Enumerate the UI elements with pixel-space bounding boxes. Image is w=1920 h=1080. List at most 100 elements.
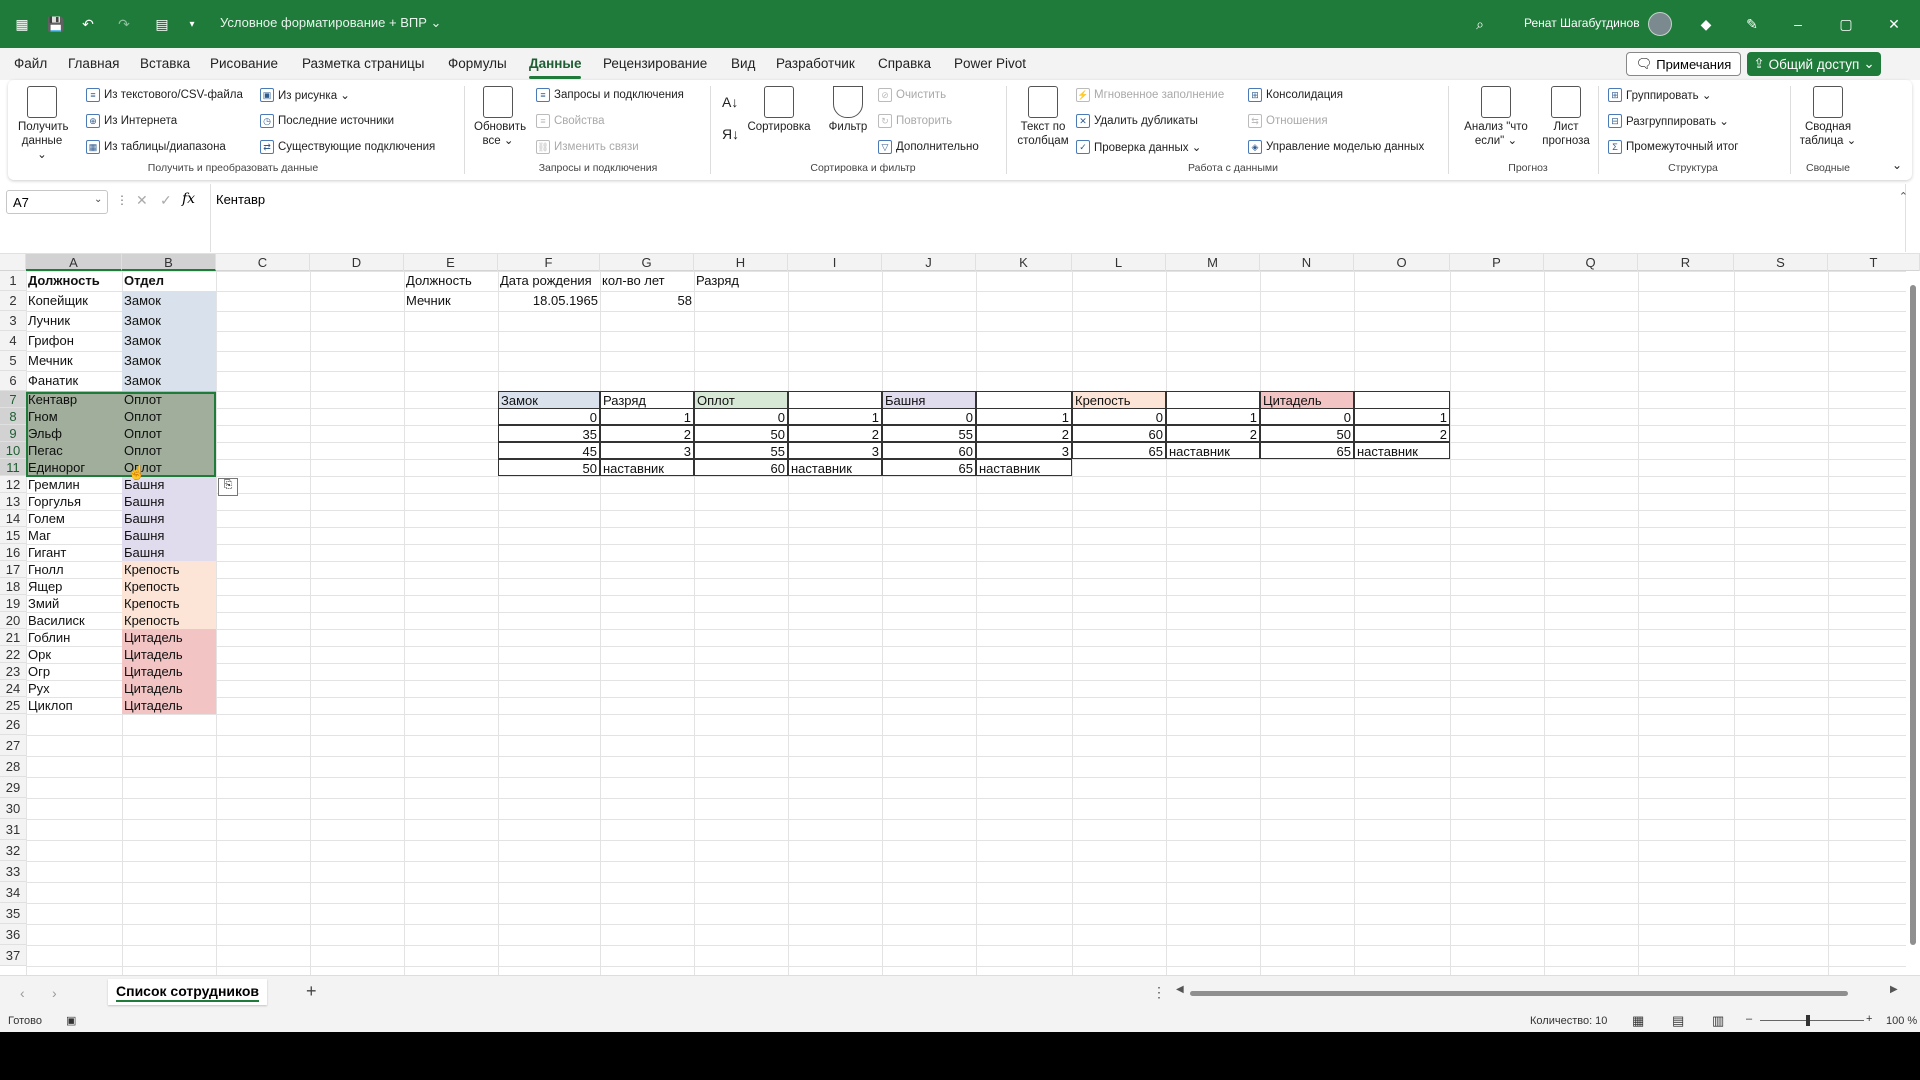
save-icon[interactable]: 💾 — [44, 12, 68, 36]
rank-table-cell[interactable]: 2 — [1166, 425, 1260, 442]
queries-connections-button[interactable]: ≡ Запросы и подключения — [536, 88, 684, 102]
ungroup-button[interactable]: ⊟ Разгруппировать ⌄ — [1608, 114, 1729, 128]
tab-scroll-left-icon[interactable]: ‹ — [20, 985, 25, 1001]
reapply-button[interactable]: ↻ Повторить — [878, 114, 952, 128]
rank-table-header-cell[interactable] — [1354, 391, 1450, 408]
header-cell[interactable]: Должность — [26, 271, 122, 291]
employee-position-cell[interactable]: Гигант — [26, 544, 122, 561]
lookup-birthdate-cell[interactable]: 18.05.1965 — [498, 291, 600, 311]
tab-data[interactable]: Данные — [529, 56, 582, 79]
row-header-27[interactable]: 27 — [0, 735, 26, 756]
rank-table-cell[interactable]: 3 — [600, 442, 694, 459]
row-header-32[interactable]: 32 — [0, 840, 26, 861]
chevron-down-icon[interactable]: ⌄ — [94, 194, 102, 205]
search-icon[interactable]: ⌕ — [1468, 12, 1492, 36]
remove-duplicates-button[interactable]: ✕ Удалить дубликаты — [1076, 114, 1198, 128]
zoom-level[interactable]: 100 % — [1886, 1015, 1917, 1027]
data-validation-button[interactable]: ✓ Проверка данных ⌄ — [1076, 140, 1201, 154]
scroll-thumb[interactable] — [1910, 285, 1916, 945]
formula-input-area[interactable] — [210, 184, 1906, 252]
row-header-20[interactable]: 20 — [0, 612, 26, 629]
employee-department-cell[interactable]: Крепость — [122, 595, 216, 612]
employee-department-cell[interactable]: Замок — [122, 331, 216, 351]
tab-page-layout[interactable]: Разметка страницы — [302, 56, 424, 71]
rank-table-cell[interactable]: 1 — [1354, 408, 1450, 425]
rank-table-cell[interactable]: 60 — [882, 442, 976, 459]
rank-table-cell[interactable]: 0 — [498, 408, 600, 425]
employee-position-cell[interactable]: Маг — [26, 527, 122, 544]
row-header-23[interactable]: 23 — [0, 663, 26, 680]
rank-table-header-cell[interactable]: Цитадель — [1260, 391, 1354, 408]
rank-table-cell[interactable]: 1 — [600, 408, 694, 425]
zoom-slider-thumb[interactable] — [1806, 1015, 1810, 1026]
rank-table-cell[interactable]: 2 — [976, 425, 1072, 442]
name-box[interactable]: A7 — [6, 190, 108, 214]
accessibility-icon[interactable]: ▣ — [66, 1014, 76, 1027]
more-icon[interactable]: ⋮ — [116, 193, 128, 207]
rank-table-cell[interactable]: 50 — [1260, 425, 1354, 442]
column-header-e[interactable]: E — [404, 254, 498, 271]
column-header-o[interactable]: O — [1354, 254, 1450, 271]
row-header-10[interactable]: 10 — [0, 442, 26, 459]
row-header-22[interactable]: 22 — [0, 646, 26, 663]
employee-department-cell[interactable]: Цитадель — [122, 680, 216, 697]
formula-input[interactable]: Кентавр — [216, 192, 265, 207]
rank-table-cell[interactable]: наставник — [1166, 442, 1260, 459]
employee-position-cell[interactable]: Василиск — [26, 612, 122, 629]
employee-department-cell[interactable]: Цитадель — [122, 697, 216, 714]
rank-table-cell[interactable] — [1166, 459, 1260, 476]
page-break-view-icon[interactable]: ▥ — [1712, 1013, 1724, 1029]
sort-button[interactable]: Сортировка — [746, 86, 812, 134]
recent-sources-button[interactable]: ◷ Последние источники — [260, 114, 394, 128]
sheet-tab-active[interactable]: Список сотрудников — [108, 979, 267, 1005]
column-header-d[interactable]: D — [310, 254, 404, 271]
collapse-ribbon-icon[interactable]: ⌄ — [1892, 158, 1902, 172]
column-header-l[interactable]: L — [1072, 254, 1166, 271]
row-header-30[interactable]: 30 — [0, 798, 26, 819]
refresh-all-button[interactable]: Обновить все ⌄ — [474, 86, 526, 148]
employee-department-cell[interactable]: Замок — [122, 371, 216, 391]
column-header-t[interactable]: T — [1828, 254, 1920, 271]
column-header-a[interactable]: A — [26, 254, 122, 271]
tab-review[interactable]: Рецензирование — [603, 56, 707, 71]
employee-department-cell[interactable]: Крепость — [122, 578, 216, 595]
horizontal-scrollbar[interactable] — [1190, 991, 1848, 996]
rank-table-cell[interactable]: 0 — [694, 408, 788, 425]
rank-table-cell[interactable] — [1260, 459, 1354, 476]
document-title[interactable]: Условное форматирование + ВПР ⌄ — [220, 15, 441, 31]
rank-table-cell[interactable]: 0 — [1072, 408, 1166, 425]
scroll-right-icon[interactable]: ▶ — [1890, 984, 1898, 995]
get-data-button[interactable]: Получить данные ⌄ — [18, 86, 69, 162]
rank-table-cell[interactable]: 55 — [882, 425, 976, 442]
header-cell[interactable]: Отдел — [122, 271, 216, 291]
what-if-button[interactable]: Анализ "что если" ⌄ — [1458, 86, 1534, 148]
row-header-12[interactable]: 12 — [0, 476, 26, 493]
forecast-sheet-button[interactable]: Лист прогноза — [1540, 86, 1592, 148]
form-icon[interactable]: ▤ — [150, 12, 174, 36]
rank-table-cell[interactable]: 3 — [788, 442, 882, 459]
worksheet-grid[interactable]: ABCDEFGHIJKLMNOPQRST 1 2 3 4 5 6 7 8 9 10 11 12 13 14… — [0, 254, 1920, 975]
row-header-3[interactable]: 3 — [0, 311, 26, 331]
employee-department-cell[interactable]: Крепость — [122, 612, 216, 629]
quick-analysis-icon[interactable]: ⎘ — [218, 478, 238, 496]
row-header-6[interactable]: 6 — [0, 371, 26, 391]
rank-table-cell[interactable]: 35 — [498, 425, 600, 442]
zoom-in-icon[interactable]: + — [1866, 1013, 1872, 1025]
edit-links-button[interactable]: ⛓ Изменить связи — [536, 140, 639, 154]
row-header-5[interactable]: 5 — [0, 351, 26, 371]
row-header-9[interactable]: 9 — [0, 425, 26, 442]
row-header-28[interactable]: 28 — [0, 756, 26, 777]
employee-position-cell[interactable]: Фанатик — [26, 371, 122, 391]
rank-table-cell[interactable]: наставник — [1354, 442, 1450, 459]
employee-position-cell[interactable]: Грифон — [26, 331, 122, 351]
existing-connections-button[interactable]: ⇄ Существующие подключения — [260, 140, 435, 154]
lookup-header-cell[interactable]: Разряд — [694, 271, 788, 291]
customize-icon[interactable]: ▾ — [180, 12, 204, 36]
employee-department-cell[interactable]: Башня — [122, 544, 216, 561]
rank-table-cell[interactable]: 3 — [976, 442, 1072, 459]
employee-department-cell[interactable]: Замок — [122, 311, 216, 331]
share-button[interactable]: ⇪ Общий доступ ⌄ — [1747, 52, 1881, 76]
rank-table-cell[interactable]: 55 — [694, 442, 788, 459]
employee-department-cell[interactable]: Крепость — [122, 561, 216, 578]
employee-department-cell[interactable]: Башня — [122, 510, 216, 527]
